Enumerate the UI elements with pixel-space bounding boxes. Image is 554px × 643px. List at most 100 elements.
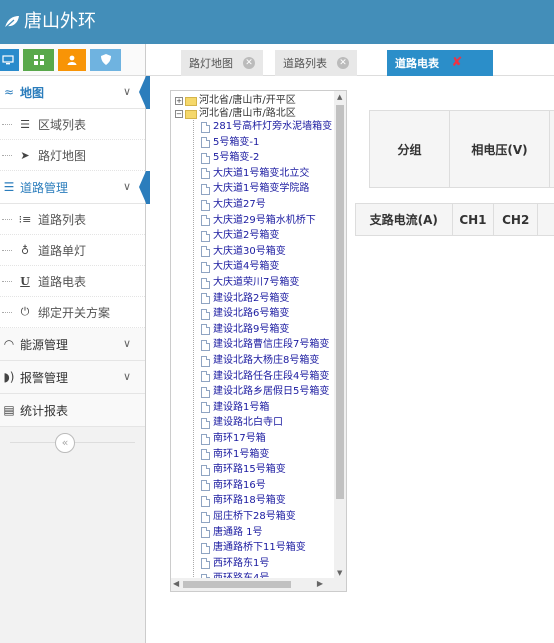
tree-leaf-label: 大庆道2号箱变 — [213, 230, 280, 242]
file-icon — [201, 121, 210, 133]
tree-leaf-item[interactable]: 建设北路2号箱变 — [201, 293, 289, 305]
tree-leaf-label: 南环路15号箱变 — [213, 464, 286, 476]
tree-horizontal-scrollbar[interactable]: ◀ ▶ — [171, 578, 335, 591]
tree-leaf-item[interactable]: 大庆道1号箱变北立交 — [201, 168, 309, 180]
tree-leaf-item[interactable]: 大庆道27号 — [201, 199, 266, 211]
sub-label: 路灯地图 — [38, 148, 87, 163]
tab-streetlight-map[interactable]: 路灯地图 ✕ — [181, 50, 263, 76]
tree-leaf-item[interactable]: 建设北路曹信庄段7号箱变 — [201, 339, 329, 351]
tree-leaf-item[interactable]: 建设北路6号箱变 — [201, 308, 289, 320]
file-icon — [201, 386, 210, 398]
sidebar-item-road-lamp[interactable]: ♁ 道路单灯 — [0, 235, 145, 266]
tree-leaf-item[interactable]: 建设北路任各庄段4号箱变 — [201, 371, 329, 383]
tree-leaf-item[interactable]: 唐通路桥下11号箱变 — [201, 542, 306, 554]
tree-leaf-item[interactable]: 西环路东1号 — [201, 558, 269, 570]
tree-leaf-item[interactable]: 南环17号箱 — [201, 433, 266, 445]
sub-label: 道路单灯 — [38, 243, 87, 258]
map-icon: ≈ — [3, 85, 15, 99]
tree-leaf-item[interactable]: 南环路18号箱变 — [201, 495, 286, 507]
tree-leaf-item[interactable]: 大庆道30号箱变 — [201, 246, 286, 258]
file-icon — [201, 371, 210, 383]
sidebar-item-road-meter[interactable]: U 道路电表 — [0, 266, 145, 297]
tab-road-meter[interactable]: 道路电表 ✘ — [387, 50, 493, 76]
tree-leaf-label: 南环17号箱 — [213, 433, 266, 444]
tree-leaf-item[interactable]: 大庆道1号箱变学院路 — [201, 183, 309, 195]
tree-leaf-label: 南环路16号 — [213, 479, 266, 491]
collapse-sidebar-button[interactable]: « — [55, 433, 75, 453]
close-icon[interactable]: ✕ — [337, 57, 349, 69]
location-arrow-icon: ➤ — [20, 148, 30, 162]
app-title: 唐山外环 — [24, 11, 96, 32]
tree-root-lubei[interactable]: − 河北省/唐山市/路北区 — [175, 108, 296, 120]
nav-energy[interactable]: ◠ 能源管理 ∨ — [0, 328, 145, 361]
tree-leaf-item[interactable]: 屈庄桥下28号箱变 — [201, 511, 296, 523]
close-icon[interactable]: ✕ — [243, 57, 255, 69]
file-icon — [201, 495, 210, 507]
tree-leaf-item[interactable]: 建设北路大杨庄8号箱变 — [201, 355, 319, 367]
file-icon — [201, 542, 210, 554]
tree-leaf-item[interactable]: 5号箱变-1 — [201, 137, 259, 149]
tree-leaf-item[interactable]: 大庆道29号箱水机桥下 — [201, 215, 316, 227]
tree-vertical-scrollbar[interactable]: ▲ ▼ — [334, 91, 346, 579]
tree-leaf-label: 唐通路 1号 — [213, 526, 263, 538]
nav-road-management[interactable]: ☰ 道路管理 ∨ — [0, 171, 150, 204]
tree-leaf-label: 南环路18号箱变 — [213, 495, 286, 507]
tree-leaf-item[interactable]: 建设路北白寺口 — [201, 417, 283, 429]
tab-label: 路灯地图 — [189, 57, 233, 70]
nav-map-label: 地图 — [20, 85, 45, 100]
tree-leaf-item[interactable]: 大庆道荣川7号箱变 — [201, 277, 299, 289]
list-icon: ☰ — [20, 117, 30, 131]
nav-map[interactable]: ≈ 地图 ∨ — [0, 76, 150, 109]
nav-stats[interactable]: ▤ 统计报表 — [0, 394, 145, 427]
file-icon — [201, 417, 210, 429]
top-header: 唐山外环 — [0, 0, 554, 44]
tree-leaf-item[interactable]: 大庆道2号箱变 — [201, 230, 279, 242]
tree-leaf-item[interactable]: 大庆道4号箱变 — [201, 261, 279, 273]
tree-leaf-item[interactable]: 南环路16号 — [201, 480, 266, 492]
tab-bar: 路灯地图 ✕ 道路列表 ✕ 道路电表 ✘ — [146, 44, 554, 76]
tree-leaf-item[interactable]: 南环路15号箱变 — [201, 464, 286, 476]
file-icon — [201, 308, 210, 320]
grid-icon[interactable] — [23, 48, 54, 71]
tree-leaf-item[interactable]: 281号高杆灯旁水泥墙箱变 — [201, 121, 332, 133]
report-icon: ▤ — [3, 403, 15, 417]
nav-alarm[interactable]: ◗) 报警管理 ∨ — [0, 361, 145, 394]
file-icon — [201, 449, 210, 461]
tree-leaf-label: 大庆道30号箱变 — [213, 245, 286, 257]
column-branch-current: 支路电流(A) — [356, 204, 453, 235]
tree-leaf-item[interactable]: 建设北路9号箱变 — [201, 324, 289, 336]
file-icon — [201, 230, 210, 242]
nav-road-label: 道路管理 — [20, 180, 69, 195]
column-ch1: CH1 — [453, 204, 495, 235]
tree-leaf-item[interactable]: 建设路1号箱 — [201, 402, 269, 414]
collapse-icon[interactable]: − — [175, 110, 183, 118]
tree-leaf-item[interactable]: 5号箱变-2 — [201, 152, 259, 164]
chevron-down-icon: ∨ — [122, 337, 131, 350]
tree-leaf-label: 建设北路乡居假日5号箱变 — [213, 386, 330, 398]
file-icon — [201, 355, 210, 367]
tree-leaf-item[interactable]: 建设北路乡居假日5号箱变 — [201, 386, 329, 398]
file-icon — [201, 558, 210, 570]
tree-root-kaiping[interactable]: + 河北省/唐山市/开平区 — [175, 95, 296, 107]
chevron-down-icon: ∨ — [122, 370, 131, 383]
monitor-icon[interactable] — [0, 48, 19, 71]
app-logo[interactable]: 唐山外环 — [4, 10, 96, 34]
expand-icon[interactable]: + — [175, 97, 183, 105]
sub-label: 道路电表 — [38, 274, 87, 289]
sidebar-item-road-list[interactable]: ⁝≡ 道路列表 — [0, 204, 145, 235]
tree-leaf-label: 西环路东1号 — [213, 557, 270, 569]
sidebar-item-bind-switch-plan[interactable]: ⏻ 绑定开关方案 — [0, 297, 145, 328]
tab-road-list[interactable]: 道路列表 ✕ — [275, 50, 357, 76]
tree-leaf-item[interactable]: 南环1号箱变 — [201, 449, 269, 461]
sidebar-item-region-list[interactable]: ☰ 区域列表 — [0, 109, 145, 140]
sub-label: 道路列表 — [38, 212, 87, 227]
tree-root-label: 河北省/唐山市/开平区 — [199, 95, 296, 106]
user-icon[interactable] — [58, 48, 86, 71]
file-icon — [201, 480, 210, 492]
sidebar-item-streetlight-map[interactable]: ➤ 路灯地图 — [0, 140, 145, 171]
tree-leaf-label: 建设路北白寺口 — [213, 417, 283, 429]
tree-leaf-item[interactable]: 唐通路 1号 — [201, 527, 263, 539]
region-tree-panel: + 河北省/唐山市/开平区 − 河北省/唐山市/路北区 281号高杆灯旁水泥墙箱… — [170, 90, 347, 592]
shield-icon[interactable] — [90, 48, 121, 71]
close-icon[interactable]: ✘ — [451, 56, 463, 69]
